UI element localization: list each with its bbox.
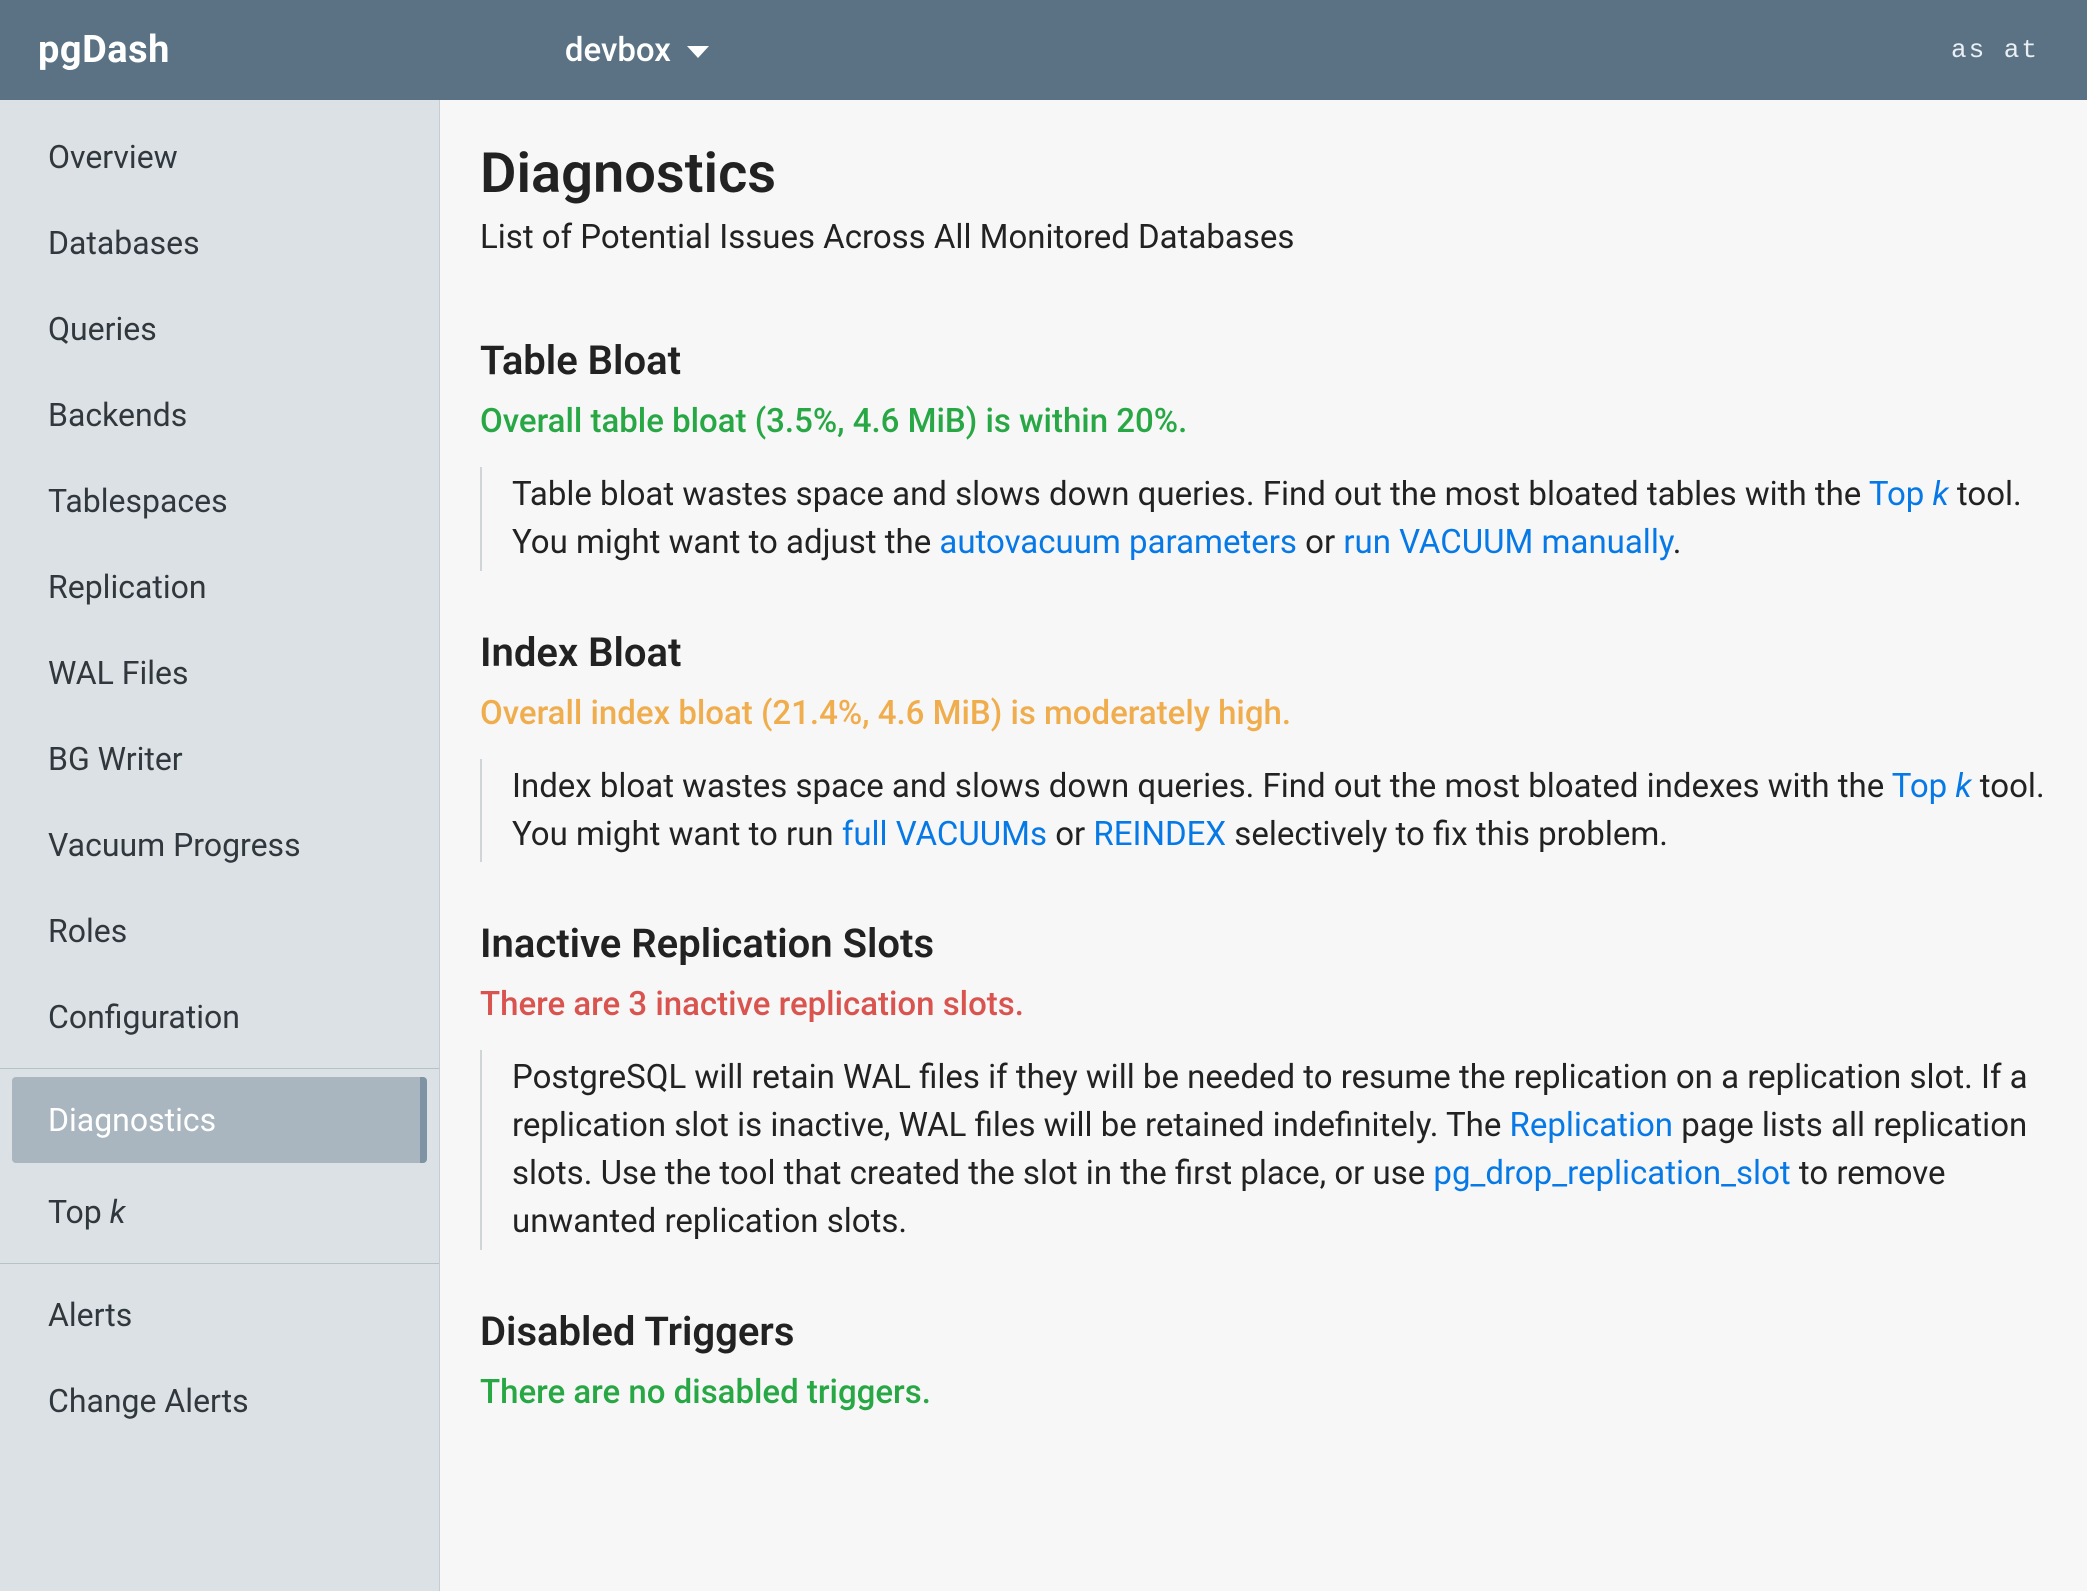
sidebar-item-backends[interactable]: Backends [0,372,439,458]
sidebar-item-queries[interactable]: Queries [0,286,439,372]
sidebar-item-overview[interactable]: Overview [0,114,439,200]
top-k-link[interactable]: Top k [1869,475,1949,514]
sidebar-item-databases[interactable]: Databases [0,200,439,286]
section-inactive-replication-slots: Inactive Replication Slots There are 3 i… [480,920,2049,1249]
sidebar-item-diagnostics[interactable]: Diagnostics [12,1077,427,1163]
sidebar-item-vacuum-progress[interactable]: Vacuum Progress [0,802,439,888]
page-subtitle: List of Potential Issues Across All Moni… [480,218,2049,257]
full-vacuums-link[interactable]: full VACUUMs [842,815,1047,854]
status-line: There are no disabled triggers. [480,1373,2049,1412]
sidebar-item-top-k[interactable]: Top k [0,1169,439,1255]
sidebar-item-tablespaces[interactable]: Tablespaces [0,458,439,544]
section-description: Table bloat wastes space and slows down … [480,467,2049,571]
autovacuum-parameters-link[interactable]: autovacuum parameters [939,523,1297,562]
section-heading: Index Bloat [480,629,2049,676]
app-header: pgDash devbox as at [0,0,2087,100]
as-at-label: as at [1951,35,2039,65]
status-line: Overall index bloat (21.4%, 4.6 MiB) is … [480,694,2049,733]
caret-down-icon [687,46,709,58]
page-title: Diagnostics [480,140,2049,206]
sidebar-item-bg-writer[interactable]: BG Writer [0,716,439,802]
section-description: PostgreSQL will retain WAL files if they… [480,1050,2049,1249]
server-selector[interactable]: devbox [565,31,709,70]
section-table-bloat: Table Bloat Overall table bloat (3.5%, 4… [480,337,2049,571]
run-vacuum-link[interactable]: run VACUUM manually [1343,523,1672,562]
status-line: There are 3 inactive replication slots. [480,985,2049,1024]
pg-drop-replication-slot-link[interactable]: pg_drop_replication_slot [1433,1154,1790,1193]
section-heading: Table Bloat [480,337,2049,384]
section-disabled-triggers: Disabled Triggers There are no disabled … [480,1308,2049,1412]
sidebar-item-replication[interactable]: Replication [0,544,439,630]
status-line: Overall table bloat (3.5%, 4.6 MiB) is w… [480,402,2049,441]
server-name: devbox [565,31,671,70]
top-k-link[interactable]: Top k [1892,767,1972,806]
sidebar-separator [0,1263,439,1264]
replication-page-link[interactable]: Replication [1510,1106,1674,1145]
sidebar-item-change-alerts[interactable]: Change Alerts [0,1358,439,1444]
reindex-link[interactable]: REINDEX [1093,815,1226,854]
sidebar-item-wal-files[interactable]: WAL Files [0,630,439,716]
main-content: Diagnostics List of Potential Issues Acr… [440,100,2087,1591]
brand-logo[interactable]: pgDash [38,28,170,72]
section-index-bloat: Index Bloat Overall index bloat (21.4%, … [480,629,2049,863]
section-heading: Inactive Replication Slots [480,920,2049,967]
sidebar-item-label: Top k [48,1193,125,1231]
sidebar-item-configuration[interactable]: Configuration [0,974,439,1060]
section-description: Index bloat wastes space and slows down … [480,759,2049,863]
section-heading: Disabled Triggers [480,1308,2049,1355]
sidebar: Overview Databases Queries Backends Tabl… [0,100,440,1591]
sidebar-item-roles[interactable]: Roles [0,888,439,974]
sidebar-item-alerts[interactable]: Alerts [0,1272,439,1358]
sidebar-separator [0,1068,439,1069]
